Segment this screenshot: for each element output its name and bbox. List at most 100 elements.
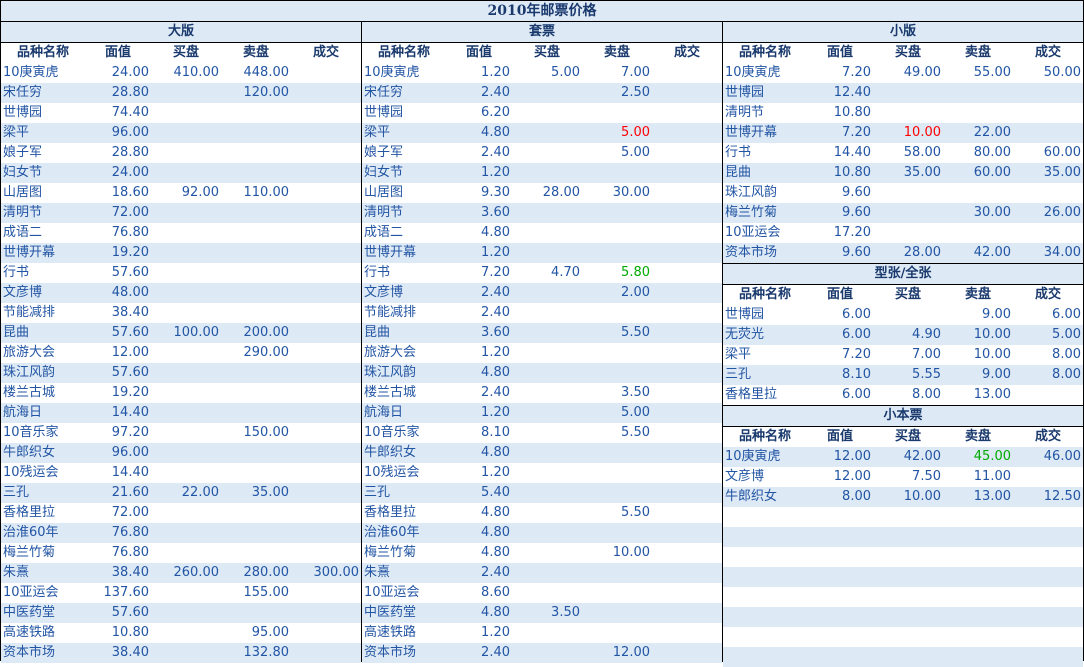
price-cell — [652, 523, 722, 543]
table-row: 资本市场 38.40 132.80 — [1, 643, 361, 663]
table-row: 10亚运会 8.60 — [362, 583, 722, 603]
price-cell: 6.00 — [807, 385, 873, 406]
stamp-name: 香格里拉 — [723, 385, 807, 406]
price-cell: 30.00 — [582, 183, 652, 203]
stamp-name: 行书 — [362, 263, 446, 283]
price-cell — [582, 623, 652, 643]
stamp-name: 梅兰竹菊 — [362, 543, 446, 563]
price-cell — [512, 623, 582, 643]
price-cell — [221, 143, 291, 163]
price-cell — [512, 483, 582, 503]
price-cell — [873, 183, 943, 203]
table-row: 娘子军 2.40 5.00 — [362, 143, 722, 163]
stamp-name: 楼兰古城 — [1, 383, 85, 403]
price-cell — [221, 243, 291, 263]
table-row: 楼兰古城 2.40 3.50 — [362, 383, 722, 403]
price-cell — [291, 103, 361, 123]
stamp-name: 三孔 — [723, 365, 807, 385]
stamp-name: 10亚运会 — [1, 583, 85, 603]
table-row: 香格里拉 6.00 8.00 13.00 — [723, 385, 1083, 406]
price-cell — [291, 303, 361, 323]
stamp-name: 航海日 — [362, 403, 446, 423]
stamp-name: 清明节 — [723, 103, 807, 123]
table-row: 娘子军 28.80 — [1, 143, 361, 163]
price-cell: 97.20 — [85, 423, 151, 443]
price-cell — [652, 283, 722, 303]
price-cell: 6.00 — [807, 305, 873, 325]
price-cell: 5.00 — [1013, 325, 1083, 345]
price-cell — [221, 263, 291, 283]
table-row: 世博开幕 1.20 — [362, 243, 722, 263]
column-header: 卖盘 — [943, 284, 1013, 305]
price-cell: 7.00 — [582, 63, 652, 83]
price-cell — [221, 303, 291, 323]
header-row: 品种名称 面值 买盘 卖盘 成交 — [723, 426, 1083, 447]
price-cell — [582, 163, 652, 183]
price-cell: 9.60 — [807, 243, 873, 264]
price-cell — [512, 463, 582, 483]
price-cell: 42.00 — [943, 243, 1013, 264]
stamp-name: 妇女节 — [362, 163, 446, 183]
price-cell — [512, 343, 582, 363]
price-cell: 18.60 — [85, 183, 151, 203]
price-cell — [512, 403, 582, 423]
price-cell — [291, 403, 361, 423]
stamp-name: 世博园 — [723, 83, 807, 103]
table-row: 10庚寅虎 7.20 49.00 55.00 50.00 — [723, 63, 1083, 83]
price-cell: 10.00 — [943, 345, 1013, 365]
stamp-name: 10庚寅虎 — [723, 447, 807, 467]
stamp-name: 山居图 — [1, 183, 85, 203]
price-cell: 150.00 — [221, 423, 291, 443]
empty-row — [723, 527, 1083, 547]
price-cell — [221, 203, 291, 223]
table-row: 梁平 4.80 5.00 — [362, 123, 722, 143]
price-cell — [1013, 183, 1083, 203]
price-cell: 48.00 — [85, 283, 151, 303]
table-row: 妇女节 1.20 — [362, 163, 722, 183]
price-cell — [291, 263, 361, 283]
price-cell — [291, 183, 361, 203]
header-row: 品种名称 面值 买盘 卖盘 成交 — [723, 42, 1083, 63]
column-header: 成交 — [1013, 284, 1083, 305]
column-header: 成交 — [1013, 426, 1083, 447]
table-row: 高速铁路 1.20 — [362, 623, 722, 643]
price-cell: 19.20 — [85, 383, 151, 403]
price-cell — [652, 183, 722, 203]
table-row: 珠江风韵 9.60 — [723, 183, 1083, 203]
price-cell: 7.20 — [807, 123, 873, 143]
empty-row — [723, 627, 1083, 647]
table-row: 10亚运会 137.60 155.00 — [1, 583, 361, 603]
stamp-name: 清明节 — [1, 203, 85, 223]
table-row: 无荧光 6.00 4.90 10.00 5.00 — [723, 325, 1083, 345]
section-title: 大版 — [1, 22, 361, 43]
price-cell: 9.00 — [943, 305, 1013, 325]
price-cell: 1.20 — [446, 163, 512, 183]
price-cell: 12.00 — [807, 467, 873, 487]
price-cell: 2.40 — [446, 563, 512, 583]
stamp-name: 旅游大会 — [1, 343, 85, 363]
table-row: 清明节 3.60 — [362, 203, 722, 223]
price-cell — [652, 323, 722, 343]
price-cell — [512, 143, 582, 163]
table-row: 节能减排 38.40 — [1, 303, 361, 323]
price-cell — [151, 203, 221, 223]
table-row: 成语二 76.80 — [1, 223, 361, 243]
price-cell — [652, 543, 722, 563]
price-cell: 76.80 — [85, 523, 151, 543]
stamp-name: 行书 — [1, 263, 85, 283]
price-cell: 8.10 — [446, 423, 512, 443]
price-cell: 2.40 — [446, 83, 512, 103]
table-row: 世博园 12.40 — [723, 83, 1083, 103]
price-cell: 7.20 — [807, 63, 873, 83]
stamp-name: 资本市场 — [1, 643, 85, 663]
table-row: 世博园 6.00 9.00 6.00 — [723, 305, 1083, 325]
price-cell — [512, 563, 582, 583]
price-cell — [291, 423, 361, 443]
price-cell: 3.60 — [446, 323, 512, 343]
price-cell: 6.20 — [446, 103, 512, 123]
stamp-name: 旅游大会 — [362, 343, 446, 363]
empty-row — [723, 647, 1083, 667]
price-cell: 38.40 — [85, 303, 151, 323]
empty-row — [723, 507, 1083, 527]
price-cell: 7.20 — [807, 345, 873, 365]
